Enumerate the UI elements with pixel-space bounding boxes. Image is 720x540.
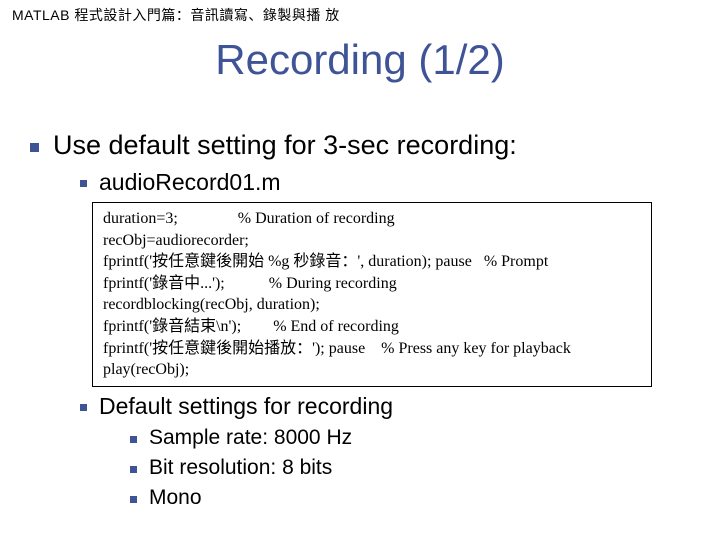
bullet-icon <box>130 466 137 473</box>
code-line: fprintf('錄音結束\n'); % End of recording <box>103 316 641 338</box>
slide: MATLAB 程式設計入門篇：音訊讀寫、錄製與播 放 Recording (1/… <box>0 0 720 540</box>
bullet-text: Default settings for recording <box>99 393 393 420</box>
code-line: recordblocking(recObj, duration); <box>103 294 641 316</box>
bullet-icon <box>130 496 137 503</box>
bullet-text: Mono <box>149 486 202 510</box>
bullet-text: Bit resolution: 8 bits <box>149 456 332 480</box>
code-line: play(recObj); <box>103 359 641 381</box>
bullet-icon <box>80 180 87 187</box>
code-box: duration=3; % Duration of recording recO… <box>92 202 652 387</box>
bullet-l3: Bit resolution: 8 bits <box>130 456 690 480</box>
bullet-icon <box>30 143 39 152</box>
code-line: duration=3; % Duration of recording <box>103 208 641 230</box>
slide-title: Recording (1/2) <box>0 36 720 84</box>
bullet-l1: Use default setting for 3-sec recording: <box>30 130 690 161</box>
code-line: recObj=audiorecorder; <box>103 230 641 252</box>
code-line: fprintf('按任意鍵後開始播放：'); pause % Press any… <box>103 338 641 360</box>
header-subtitle: MATLAB 程式設計入門篇：音訊讀寫、錄製與播 放 <box>12 5 340 25</box>
code-line: fprintf('按任意鍵後開始 %g 秒錄音：', duration); pa… <box>103 251 641 273</box>
bullet-icon <box>80 404 87 411</box>
content: Use default setting for 3-sec recording:… <box>30 130 690 516</box>
code-line: fprintf('錄音中...'); % During recording <box>103 273 641 295</box>
bullet-l2: Default settings for recording <box>80 393 690 420</box>
bullet-icon <box>130 436 137 443</box>
bullet-l3: Mono <box>130 486 690 510</box>
bullet-text: Sample rate: 8000 Hz <box>149 426 352 450</box>
bullet-l2: audioRecord01.m <box>80 169 690 196</box>
bullet-text: audioRecord01.m <box>99 169 281 196</box>
bullet-text: Use default setting for 3-sec recording: <box>53 130 517 161</box>
bullet-l3: Sample rate: 8000 Hz <box>130 426 690 450</box>
